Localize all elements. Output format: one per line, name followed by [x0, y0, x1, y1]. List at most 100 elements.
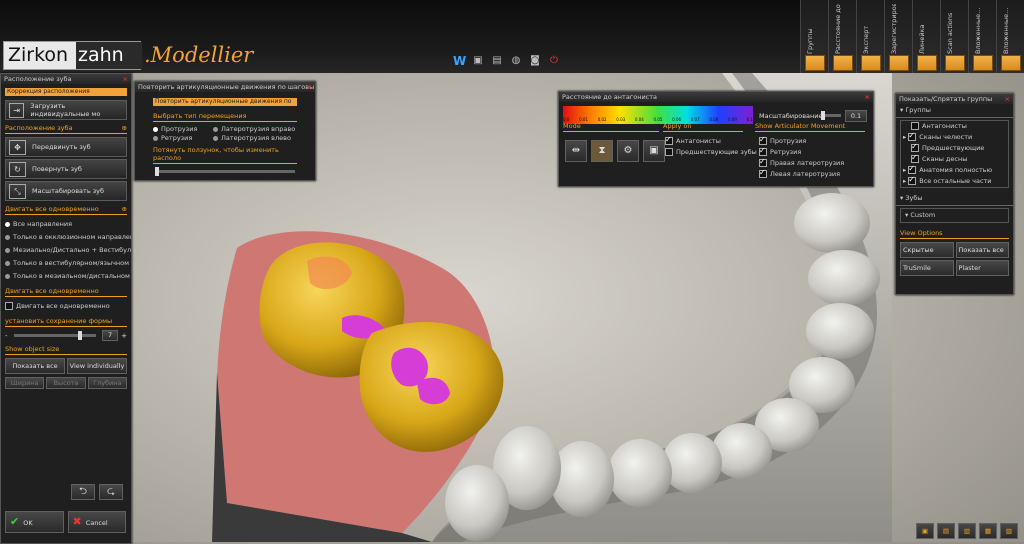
- view-right-icon[interactable]: ▧: [1000, 523, 1018, 539]
- view-left-icon[interactable]: ▦: [979, 523, 997, 539]
- checkbox[interactable]: [759, 147, 767, 156]
- correction-bar[interactable]: Коррекция расположения: [5, 88, 127, 96]
- checkbox[interactable]: [911, 154, 919, 163]
- show-all-button[interactable]: Показать все: [5, 358, 65, 374]
- radio[interactable]: [5, 273, 10, 279]
- chat-icon[interactable]: ◍: [510, 55, 522, 67]
- top-tab[interactable]: Эксперт: [856, 0, 884, 73]
- plus-label[interactable]: +: [121, 332, 127, 340]
- checkbox[interactable]: [665, 148, 673, 156]
- checkbox[interactable]: [665, 136, 673, 145]
- checkbox[interactable]: [911, 143, 919, 152]
- group-item[interactable]: Предшествующие: [901, 143, 1008, 154]
- floppy-icon[interactable]: ▤: [491, 55, 503, 67]
- radio[interactable]: [153, 135, 158, 141]
- direction-option[interactable]: Только в мезиальном/дистальном н: [1, 270, 131, 283]
- articulator-item[interactable]: Правая латеротрузия: [759, 158, 844, 169]
- camera-icon[interactable]: ◙: [529, 55, 541, 67]
- shape-slider[interactable]: [13, 331, 97, 340]
- mode-screen-icon[interactable]: ▣: [643, 140, 665, 162]
- repeat-bar[interactable]: Повторить артикуляционные движения по ш: [153, 98, 297, 113]
- top-tab[interactable]: Расстояние до ант...: [828, 0, 856, 73]
- checkbox[interactable]: [759, 169, 767, 178]
- top-tab[interactable]: Линейка: [912, 0, 940, 73]
- articulation-slider[interactable]: [155, 167, 295, 176]
- hidden-button[interactable]: Скрытые: [900, 242, 954, 258]
- plaster-button[interactable]: Plaster: [955, 260, 1009, 276]
- checkbox[interactable]: [908, 132, 917, 141]
- slider-knob[interactable]: [77, 331, 82, 340]
- articulator-item[interactable]: Левая латеротрузия: [759, 169, 844, 180]
- mode-hourglass-icon[interactable]: ⧗: [591, 140, 613, 162]
- shape-value[interactable]: 7: [102, 330, 119, 341]
- checkbox[interactable]: [759, 158, 767, 167]
- undo-icon[interactable]: ⮌: [71, 484, 95, 500]
- custom-item[interactable]: ▾ Custom: [900, 208, 1009, 223]
- chevron-right-icon[interactable]: ▸: [903, 166, 906, 174]
- scale-slider[interactable]: [821, 111, 841, 120]
- cancel-button[interactable]: ✖ Cancel: [67, 511, 126, 533]
- radio[interactable]: [5, 221, 10, 227]
- apply-on-item[interactable]: Антагонисты: [665, 136, 757, 147]
- close-icon[interactable]: ×: [123, 74, 128, 84]
- minus-label[interactable]: -: [5, 332, 8, 340]
- rotate-tooth-button[interactable]: ↻ Повернуть зуб: [5, 159, 127, 179]
- move-all-checkbox[interactable]: Двигать все одновременно: [1, 300, 131, 313]
- radio[interactable]: [153, 126, 158, 132]
- view-top-icon[interactable]: ▥: [958, 523, 976, 539]
- view-front-icon[interactable]: ▣: [916, 523, 934, 539]
- direction-option[interactable]: Только в вестибулярном/язычном н: [1, 257, 131, 270]
- radio-laterotrusion-right[interactable]: Латеротрузия вправо: [213, 125, 295, 134]
- apply-on-item[interactable]: Предшествующие зубы: [665, 147, 757, 158]
- save-icon[interactable]: ▣: [472, 55, 484, 67]
- chevron-right-icon[interactable]: ▸: [903, 133, 906, 141]
- scale-tooth-button[interactable]: ⤡ Масштабировать зуб: [5, 181, 127, 201]
- close-icon[interactable]: ×: [1005, 94, 1010, 104]
- w-icon[interactable]: W: [453, 55, 466, 67]
- trusmile-button[interactable]: TruSmile: [900, 260, 954, 276]
- group-item[interactable]: ▸Все остальные части: [901, 176, 1008, 187]
- slider-knob[interactable]: [155, 167, 159, 176]
- top-tab[interactable]: Вложенные...: [996, 0, 1024, 73]
- group-item[interactable]: ▸Анатомия полностью: [901, 165, 1008, 176]
- top-tab[interactable]: Scan actions: [940, 0, 968, 73]
- chevron-right-icon[interactable]: ▸: [903, 177, 906, 185]
- radio-laterotrusion-left[interactable]: Латеротрузия влево: [213, 134, 295, 143]
- checkbox[interactable]: [759, 136, 767, 145]
- radio-protrusion[interactable]: Протрузия: [153, 125, 213, 134]
- radio-retrusion[interactable]: Ретрузия: [153, 134, 213, 143]
- direction-option[interactable]: Мезиально/Дистально + Вестибуля: [1, 244, 131, 257]
- group-item[interactable]: Сканы десны: [901, 154, 1008, 165]
- articulator-item[interactable]: Ретрузия: [759, 147, 844, 158]
- radio[interactable]: [5, 247, 10, 253]
- mode-gear-icon[interactable]: ⚙: [617, 140, 639, 162]
- show-all-button[interactable]: Показать все: [955, 242, 1009, 258]
- move-tooth-button[interactable]: ✥ Передвинуть зуб: [5, 137, 127, 157]
- close-icon[interactable]: ×: [865, 92, 870, 102]
- top-tab[interactable]: Группы: [800, 0, 828, 73]
- group-item[interactable]: ▸Сканы челюсти: [901, 132, 1008, 143]
- groups-header[interactable]: ▾ Группы: [896, 104, 1013, 118]
- checkbox[interactable]: [5, 302, 13, 310]
- radio[interactable]: [5, 234, 10, 240]
- close-icon[interactable]: ×: [307, 82, 312, 92]
- redo-icon[interactable]: ⮎: [99, 484, 123, 500]
- power-icon[interactable]: ⏻: [548, 55, 560, 67]
- teeth-header[interactable]: ▾ Зубы: [896, 192, 1013, 206]
- top-tab[interactable]: Зарегистрированные...: [884, 0, 912, 73]
- load-individual-button[interactable]: ⇥ Загрузить индивидуальные мо: [5, 100, 127, 120]
- view-individually-button[interactable]: View individually: [67, 358, 127, 374]
- checkbox[interactable]: [911, 122, 919, 130]
- direction-option[interactable]: Все направления: [1, 218, 131, 231]
- checkbox[interactable]: [908, 176, 917, 185]
- articulator-item[interactable]: Протрузия: [759, 136, 844, 147]
- radio[interactable]: [5, 260, 10, 266]
- view-side-icon[interactable]: ▤: [937, 523, 955, 539]
- scale-value[interactable]: 0.1: [845, 110, 867, 122]
- mode-section-icon[interactable]: ⇹: [565, 140, 587, 162]
- group-item[interactable]: Антагонисты: [901, 121, 1008, 132]
- top-tab[interactable]: Вложенные...: [968, 0, 996, 73]
- radio[interactable]: [213, 126, 218, 132]
- checkbox[interactable]: [908, 165, 917, 174]
- direction-option[interactable]: Только в окклюзионном направлен: [1, 231, 131, 244]
